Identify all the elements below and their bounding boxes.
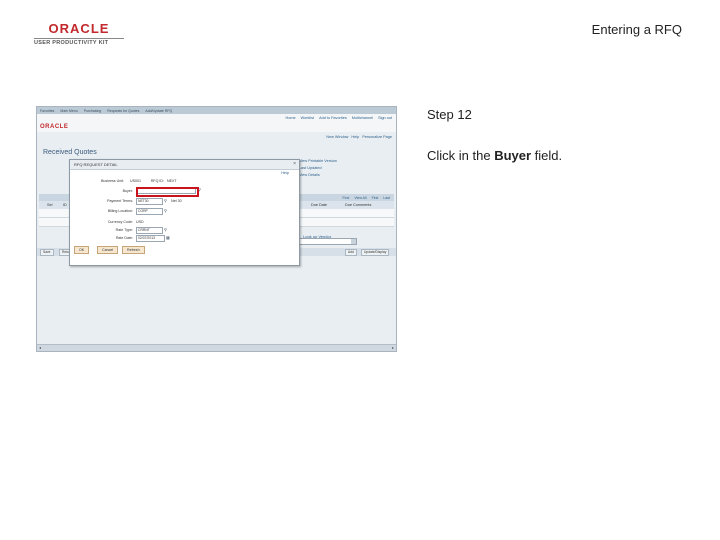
page-toolbar: New Window Help Personalize Page xyxy=(326,135,392,139)
payment-terms-input[interactable]: NET30 xyxy=(136,198,163,205)
grid-header-id: ID xyxy=(63,203,67,207)
home-link[interactable]: Home xyxy=(286,116,296,120)
rate-type-label: Rate Type: xyxy=(115,228,133,232)
rate-date-input[interactable]: 02/07/2013 xyxy=(136,235,165,242)
business-unit-value: US001 xyxy=(130,179,141,183)
vendor-select[interactable] xyxy=(299,238,357,245)
top-navigation: Favorites Main Menu Purchasing Requests … xyxy=(37,107,396,114)
grid-header-due-date: Due Date xyxy=(311,203,328,207)
last-updated-text: Last Updated xyxy=(299,166,322,170)
help-link[interactable]: Help xyxy=(351,135,359,139)
nav-item-rfq[interactable]: Requests for Quotes xyxy=(107,109,139,113)
logo-subtitle: USER PRODUCTIVITY KIT xyxy=(34,40,109,46)
dialog-help-link[interactable]: Help xyxy=(281,171,289,175)
worklist-link[interactable]: Worklist xyxy=(301,116,314,120)
rfq-id-value: NEXT xyxy=(167,179,177,183)
instruction-text-before: Click in the xyxy=(427,148,495,163)
application-screenshot: Favorites Main Menu Purchasing Requests … xyxy=(36,106,397,352)
rate-date-label: Rate Date: xyxy=(115,236,133,240)
grid-header-sel: Sel xyxy=(47,203,53,207)
rate-type-input[interactable]: CRRNT xyxy=(136,227,163,234)
scroll-left-icon[interactable]: ◂ xyxy=(37,345,43,350)
close-icon[interactable]: × xyxy=(293,161,296,167)
lookup-icon[interactable]: ⚲ xyxy=(164,208,167,213)
currency-code-value: USD xyxy=(136,220,144,224)
step-instruction: Click in the Buyer field. xyxy=(427,148,562,163)
grid-find-link[interactable]: Find xyxy=(343,196,350,200)
multichannel-link[interactable]: Multichannel xyxy=(352,116,373,120)
dialog-titlebar: RFQ REQUEST DETAIL × xyxy=(70,160,299,170)
app-brand-logo: ORACLE xyxy=(40,124,69,130)
view-details-link[interactable]: View Details xyxy=(299,173,337,177)
update-display-button[interactable]: Update/Display xyxy=(361,249,390,256)
logo-wordmark: ORACLE xyxy=(48,21,110,36)
step-title: Step 12 xyxy=(427,107,472,122)
billing-location-input[interactable]: CORP xyxy=(136,208,163,215)
new-window-link[interactable]: New Window xyxy=(326,135,348,139)
nav-item-add-update-rfq[interactable]: Add/Update RFQ xyxy=(145,109,172,113)
instruction-field-name: Buyer xyxy=(494,148,532,163)
nav-item-main-menu[interactable]: Main Menu xyxy=(60,109,77,113)
save-button[interactable]: Save xyxy=(40,249,54,256)
lookup-icon[interactable]: ⚲ xyxy=(164,227,167,232)
add-button[interactable]: Add xyxy=(345,249,357,256)
dialog-title: RFQ REQUEST DETAIL xyxy=(74,162,118,167)
refresh-button[interactable]: Refresh xyxy=(122,246,145,254)
calendar-icon[interactable]: ▦ xyxy=(166,235,170,240)
header-links: Home Worklist Add to Favorites Multichan… xyxy=(286,116,393,120)
cancel-button[interactable]: Cancel xyxy=(97,246,119,254)
dropdown-arrow-icon[interactable] xyxy=(351,239,356,244)
rfq-id-label: RFQ ID: xyxy=(150,179,164,183)
grid-last-link[interactable]: Last xyxy=(383,196,390,200)
rfq-request-dialog: RFQ REQUEST DETAIL × Help Business Unit:… xyxy=(69,159,300,266)
page-title: Received Quotes xyxy=(43,149,97,156)
grid-first-link[interactable]: First xyxy=(372,196,379,200)
printable-version-link[interactable]: View Printable Version xyxy=(299,159,337,163)
sign-out-link[interactable]: Sign out xyxy=(378,116,392,120)
oracle-upk-logo: ORACLE USER PRODUCTIVITY KIT xyxy=(34,22,124,46)
payment-terms-description: Net 30 xyxy=(171,199,182,203)
currency-code-label: Currency Code: xyxy=(107,220,133,224)
grid-header-due-comments: Due Comments xyxy=(345,203,372,207)
instruction-text-after: field. xyxy=(531,148,563,163)
add-to-favorites-link[interactable]: Add to Favorites xyxy=(319,116,347,120)
buyer-label: Buyer: xyxy=(122,189,133,193)
horizontal-scrollbar[interactable]: ◂ ▸ xyxy=(37,344,396,351)
buyer-field-highlight xyxy=(136,187,199,197)
document-title: Entering a RFQ xyxy=(591,22,682,37)
payment-terms-label: Payment Terms: xyxy=(107,199,133,203)
lookup-icon[interactable]: ⚲ xyxy=(164,198,167,203)
billing-location-label: Billing Location: xyxy=(107,209,133,213)
business-unit-label: Business Unit: xyxy=(101,179,124,183)
grid-view-all-link[interactable]: View All xyxy=(354,196,366,200)
logo-rule xyxy=(34,38,124,39)
nav-item-favorites[interactable]: Favorites xyxy=(40,109,54,113)
scroll-right-icon[interactable]: ▸ xyxy=(390,345,396,350)
right-panel: View Printable Version Last Updated View… xyxy=(299,159,337,180)
nav-item-purchasing[interactable]: Purchasing xyxy=(84,109,102,113)
personalize-page-link[interactable]: Personalize Page xyxy=(362,135,392,139)
ok-button[interactable]: OK xyxy=(74,246,90,254)
app-header: Home Worklist Add to Favorites Multichan… xyxy=(37,114,396,132)
